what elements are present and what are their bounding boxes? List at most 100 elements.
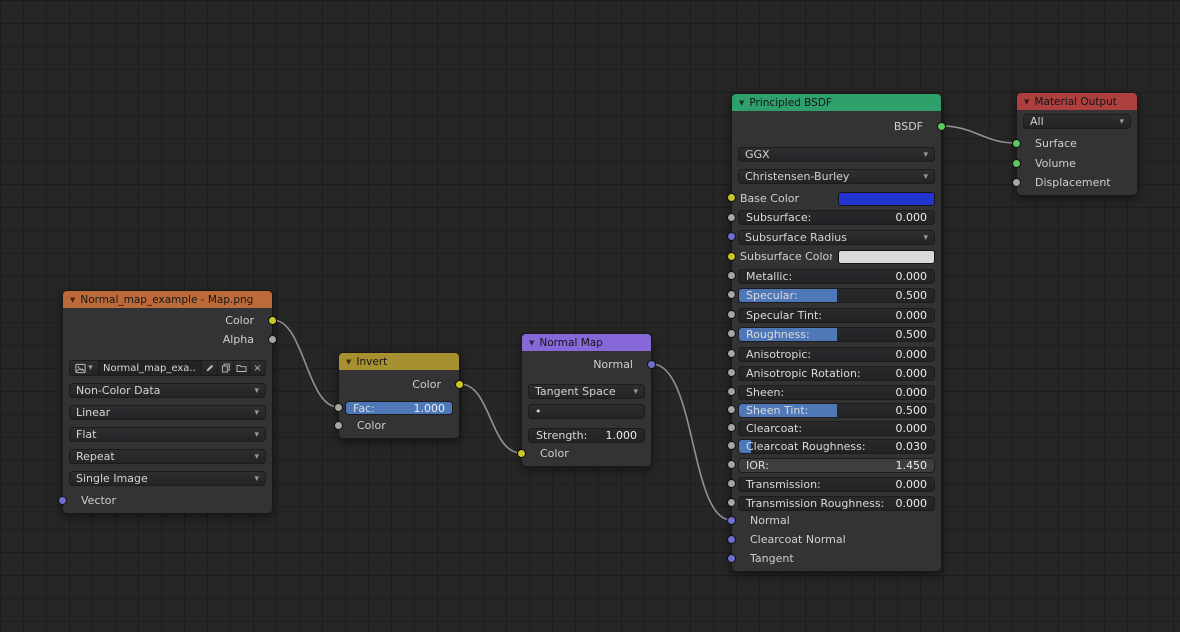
duplicate-button[interactable] <box>217 360 234 376</box>
socket-sheen-tint-input[interactable] <box>727 405 736 414</box>
ior-slider[interactable]: IOR: 1.450 <box>738 458 935 473</box>
subsurface-radius-select[interactable]: Subsurface Radius ▾ <box>738 230 935 245</box>
socket-roughness-input[interactable] <box>727 329 736 338</box>
base-color-row: Base Color <box>738 191 935 206</box>
node-title: Normal Map <box>539 336 603 349</box>
collapse-icon[interactable]: ▼ <box>739 99 744 107</box>
uv-map-field[interactable]: • <box>528 404 645 419</box>
node-image-texture-header[interactable]: ▼ Normal_map_example - Map.png <box>63 291 272 308</box>
socket-surface-input[interactable] <box>1012 139 1021 148</box>
socket-subsurface-radius-input[interactable] <box>727 232 736 241</box>
socket-clearcoat-roughness-input[interactable] <box>727 441 736 450</box>
collapse-icon[interactable]: ▼ <box>346 358 351 366</box>
collapse-icon[interactable]: ▼ <box>1024 98 1029 106</box>
input-label-vector: Vector <box>81 494 117 507</box>
socket-color-input[interactable] <box>334 421 343 430</box>
image-name-field[interactable]: Normal_map_exa.. <box>98 360 202 376</box>
socket-normal-output[interactable] <box>647 360 656 369</box>
roughness-slider[interactable]: Roughness: 0.500 <box>738 327 935 342</box>
socket-bsdf-output[interactable] <box>937 122 946 131</box>
socket-anisotropic-rotation-input[interactable] <box>727 368 736 377</box>
socket-clearcoat-normal-input[interactable] <box>727 535 736 544</box>
chevron-down-icon: ▾ <box>88 363 93 373</box>
sheen-slider[interactable]: Sheen: 0.000 <box>738 385 935 400</box>
node-editor-canvas[interactable]: ▼ Normal_map_example - Map.png Color Alp… <box>0 0 1180 632</box>
chevron-down-icon: ▾ <box>254 429 259 440</box>
specular-tint-slider[interactable]: Specular Tint: 0.000 <box>738 308 935 323</box>
specular-slider[interactable]: Specular: 0.500 <box>738 288 935 303</box>
socket-subsurface-input[interactable] <box>727 213 736 222</box>
node-invert-header[interactable]: ▼ Invert <box>339 353 459 370</box>
node-principled-bsdf[interactable]: ▼ Principled BSDF BSDF GGX ▾ Christensen… <box>727 93 946 572</box>
socket-vector-input[interactable] <box>58 496 67 505</box>
input-label-color: Color <box>357 419 386 432</box>
close-icon: × <box>253 362 262 374</box>
subsurface-slider[interactable]: Subsurface: 0.000 <box>738 210 935 225</box>
transmission-roughness-slider[interactable]: Transmission Roughness: 0.000 <box>738 496 935 511</box>
strength-slider[interactable]: Strength: 1.000 <box>528 428 645 443</box>
image-icon <box>75 363 86 373</box>
socket-transmission-input[interactable] <box>727 479 736 488</box>
input-label-volume: Volume <box>1035 157 1076 170</box>
anisotropic-slider[interactable]: Anisotropic: 0.000 <box>738 347 935 362</box>
socket-specular-input[interactable] <box>727 290 736 299</box>
output-label-color: Color <box>225 314 254 327</box>
socket-volume-input[interactable] <box>1012 159 1021 168</box>
clearcoat-roughness-slider[interactable]: Clearcoat Roughness: 0.030 <box>738 439 935 454</box>
open-image-button[interactable] <box>233 360 250 376</box>
base-color-swatch[interactable] <box>838 191 935 206</box>
socket-fac-input[interactable] <box>334 403 343 412</box>
target-select[interactable]: All ▾ <box>1023 114 1131 129</box>
socket-alpha-output[interactable] <box>268 335 277 344</box>
input-label-normal: Normal <box>750 514 790 527</box>
chevron-down-icon: ▾ <box>1119 116 1124 127</box>
chevron-down-icon: ▾ <box>254 473 259 484</box>
socket-subsurface-color-input[interactable] <box>727 252 736 261</box>
subsurface-method-select[interactable]: Christensen-Burley ▾ <box>738 169 935 184</box>
chevron-down-icon: ▾ <box>923 149 928 160</box>
interpolation-select[interactable]: Linear ▾ <box>69 405 266 420</box>
socket-ior-input[interactable] <box>727 460 736 469</box>
node-normal-map-header[interactable]: ▼ Normal Map <box>522 334 651 351</box>
clearcoat-slider[interactable]: Clearcoat: 0.000 <box>738 421 935 436</box>
edit-button[interactable] <box>201 360 218 376</box>
socket-anisotropic-input[interactable] <box>727 349 736 358</box>
anisotropic-rotation-slider[interactable]: Anisotropic Rotation: 0.000 <box>738 366 935 381</box>
link-invert-color-to-normalmap-color <box>459 383 522 454</box>
socket-displacement-input[interactable] <box>1012 178 1021 187</box>
distribution-select[interactable]: GGX ▾ <box>738 147 935 162</box>
socket-color-output[interactable] <box>455 380 464 389</box>
unlink-image-button[interactable]: × <box>249 360 266 376</box>
space-select[interactable]: Tangent Space ▾ <box>528 384 645 399</box>
extension-select[interactable]: Repeat ▾ <box>69 449 266 464</box>
color-space-select[interactable]: Non-Color Data ▾ <box>69 383 266 398</box>
socket-tangent-input[interactable] <box>727 554 736 563</box>
fac-slider[interactable]: Fac: 1.000 <box>345 401 453 415</box>
source-select[interactable]: Single Image ▾ <box>69 471 266 486</box>
chevron-down-icon: ▾ <box>254 451 259 462</box>
node-material-output[interactable]: ▼ Material Output All ▾ Surface Volume D… <box>1012 92 1138 196</box>
subsurface-color-swatch[interactable] <box>838 249 935 264</box>
socket-specular-tint-input[interactable] <box>727 310 736 319</box>
node-normal-map[interactable]: ▼ Normal Map Normal Tangent Space ▾ • St… <box>517 333 656 467</box>
socket-sheen-input[interactable] <box>727 387 736 396</box>
sheen-tint-slider[interactable]: Sheen Tint: 0.500 <box>738 403 935 418</box>
metallic-slider[interactable]: Metallic: 0.000 <box>738 269 935 284</box>
duplicate-icon <box>221 363 230 373</box>
socket-color-input[interactable] <box>517 449 526 458</box>
collapse-icon[interactable]: ▼ <box>529 339 534 347</box>
socket-transmission-roughness-input[interactable] <box>727 498 736 507</box>
node-image-texture[interactable]: ▼ Normal_map_example - Map.png Color Alp… <box>58 290 277 514</box>
node-principled-header[interactable]: ▼ Principled BSDF <box>732 94 941 111</box>
projection-select[interactable]: Flat ▾ <box>69 427 266 442</box>
socket-color-output[interactable] <box>268 316 277 325</box>
socket-normal-input[interactable] <box>727 516 736 525</box>
socket-clearcoat-input[interactable] <box>727 423 736 432</box>
node-material-output-header[interactable]: ▼ Material Output <box>1017 93 1137 110</box>
socket-metallic-input[interactable] <box>727 271 736 280</box>
node-invert[interactable]: ▼ Invert Color Fac: 1.000 Color <box>334 352 464 439</box>
image-browse-button[interactable]: ▾ <box>69 360 99 376</box>
collapse-icon[interactable]: ▼ <box>70 296 75 304</box>
socket-base-color-input[interactable] <box>727 193 736 202</box>
transmission-slider[interactable]: Transmission: 0.000 <box>738 477 935 492</box>
